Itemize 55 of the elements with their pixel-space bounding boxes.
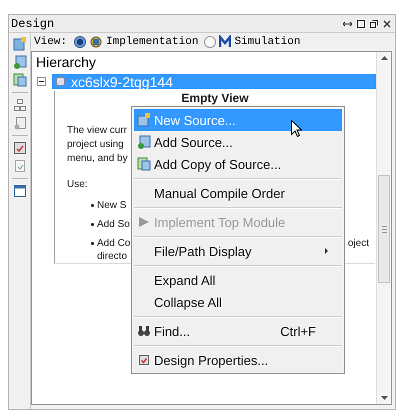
description-text: project using [67, 138, 124, 152]
close-icon[interactable] [383, 20, 391, 28]
binoculars-icon [137, 324, 151, 338]
checklist-icon[interactable] [12, 159, 26, 173]
bullet-text: Add So [97, 218, 130, 231]
bullet-text: Add Co [97, 237, 130, 250]
maximize-icon[interactable] [357, 20, 365, 28]
copy-file-icon [137, 157, 151, 171]
panel-heading: Hierarchy [35, 53, 97, 72]
copy-file-icon[interactable] [12, 73, 26, 87]
view-label: View: [34, 36, 68, 48]
add-file-icon[interactable] [12, 55, 26, 69]
radio-label[interactable]: Implementation [106, 36, 198, 48]
scroll-down-icon[interactable] [380, 396, 388, 400]
properties-icon[interactable] [12, 141, 26, 155]
menu-item[interactable]: File/Path Display [134, 240, 342, 262]
mouse-pointer-icon [291, 120, 302, 137]
menu-item[interactable]: Find... Ctrl+F [134, 320, 342, 342]
bullet-text: directo [97, 250, 128, 263]
bullet-text: oject [348, 237, 370, 250]
menu-item[interactable]: Collapse All [134, 291, 342, 313]
description-text: The view curr [67, 124, 128, 138]
use-label: Use: [67, 179, 89, 190]
properties-icon [137, 353, 151, 367]
new-file-icon [137, 113, 151, 127]
hierarchy-icon[interactable] [12, 98, 26, 112]
play-icon [137, 215, 151, 229]
window-title: Design [11, 16, 54, 30]
bullet-text: New S [97, 199, 126, 212]
restore-icon[interactable] [370, 20, 378, 28]
add-file-icon [137, 135, 151, 149]
scrollbar[interactable] [376, 52, 391, 404]
menu-item[interactable]: Add Copy of Source... [134, 153, 342, 175]
bullet-icon [91, 223, 94, 226]
simulation-icon [219, 35, 232, 49]
shortcut-text: Ctrl+F [280, 324, 317, 338]
bullet-icon [91, 204, 94, 207]
menu-item[interactable]: Expand All [134, 269, 342, 291]
scroll-thumb[interactable] [378, 175, 390, 283]
menu-item[interactable]: Add Source... [134, 131, 342, 153]
chip-gear-icon [89, 35, 104, 49]
description-text: menu, and by [67, 152, 128, 166]
new-file-icon[interactable] [12, 37, 26, 51]
scroll-up-icon[interactable] [380, 56, 388, 60]
collapse-icon[interactable] [37, 77, 46, 86]
radio-button[interactable] [204, 36, 216, 48]
menu-item[interactable]: Design Properties... [134, 349, 342, 371]
window-icon[interactable] [12, 184, 26, 198]
menu-item[interactable]: Manual Compile Order [134, 182, 342, 204]
radio-button[interactable] [74, 36, 86, 48]
bullet-icon [91, 242, 94, 245]
view-title: Empty View [180, 91, 250, 106]
radio-label[interactable]: Simulation [234, 36, 300, 48]
chip-icon [55, 76, 66, 87]
float-icon[interactable] [343, 20, 352, 26]
